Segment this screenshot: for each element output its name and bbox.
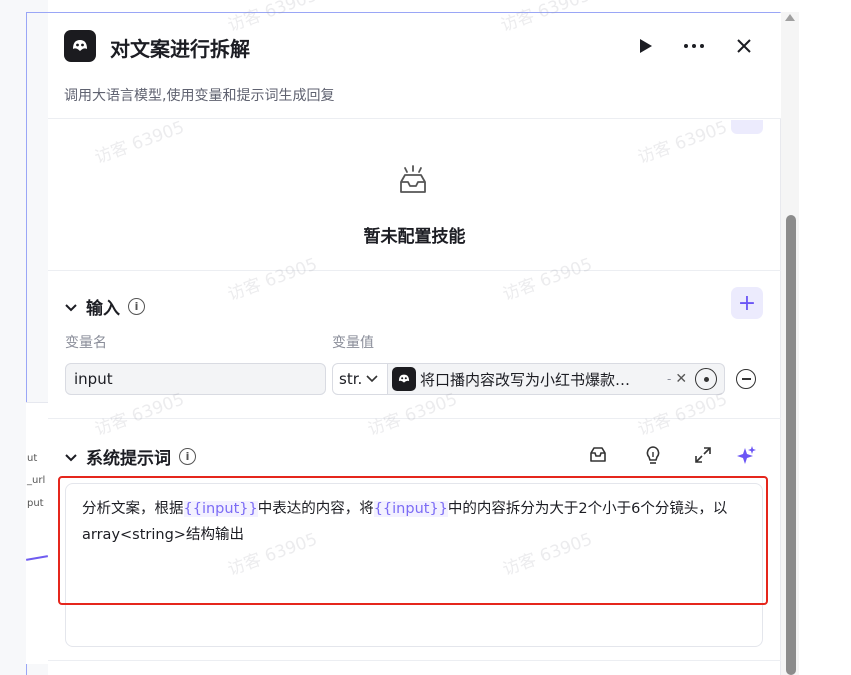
prompt-variable-input[interactable]: {{input}} <box>183 501 258 517</box>
close-button[interactable] <box>731 33 757 59</box>
canvas-label-3: put <box>27 498 44 509</box>
chevron-down-icon <box>366 375 378 383</box>
system-prompt-editor[interactable]: 分析文案，根据{{input}}中表达的内容，将{{input}}中的内容拆分为… <box>65 483 763 647</box>
more-icon <box>684 44 704 48</box>
scroll-up-arrow-icon[interactable] <box>785 14 795 21</box>
canvas-mini-node[interactable] <box>26 402 48 664</box>
add-input-button[interactable]: + <box>731 287 763 319</box>
expand-icon[interactable] <box>691 443 715 467</box>
lightbulb-icon[interactable] <box>641 443 665 467</box>
variable-name-input[interactable]: input <box>65 363 326 395</box>
empty-box-icon <box>400 165 426 193</box>
prompt-library-icon[interactable] <box>586 443 610 467</box>
more-button[interactable] <box>681 33 707 59</box>
skills-empty-text: 暂未配置技能 <box>363 227 466 247</box>
system-prompt-text[interactable]: 分析文案，根据{{input}}中表达的内容，将{{input}}中的内容拆分为… <box>82 496 742 548</box>
input-section-title: 输入 <box>86 299 120 319</box>
system-prompt-title: 系统提示词 <box>86 449 171 469</box>
divider <box>48 270 781 271</box>
prompt-text-part: 分析文案，根据 <box>82 501 184 517</box>
variable-type-label: str. <box>339 370 363 388</box>
variable-value-header: 变量值 <box>332 335 374 351</box>
run-button[interactable] <box>633 33 659 59</box>
node-title[interactable]: 对文案进行拆解 <box>110 33 250 62</box>
node-ref-icon <box>392 367 416 391</box>
divider <box>48 660 781 661</box>
ai-sparkle-icon[interactable] <box>735 443 759 467</box>
prompt-text-part: 中表达的内容，将 <box>257 501 374 517</box>
node-config-panel: 对文案进行拆解 调用大语言模型,使用变量和提示词生成回复 暂未配置技能 输入 i… <box>48 12 781 675</box>
reference-node-name: 将口播内容改写为小红书爆款… <box>420 370 631 389</box>
llm-logo-icon <box>64 30 96 62</box>
canvas-label-1: ut <box>27 453 38 464</box>
panel-body: 暂未配置技能 输入 i + 变量名 变量值 input str. 将口播内容改写… <box>48 120 781 675</box>
remove-input-icon[interactable] <box>736 369 756 389</box>
reference-separator: - <box>667 372 672 386</box>
info-icon[interactable]: i <box>128 298 145 315</box>
target-select-icon[interactable] <box>695 368 718 390</box>
play-icon <box>640 39 652 53</box>
skills-add-button[interactable] <box>731 120 763 134</box>
skills-empty-state: 暂未配置技能 <box>48 160 781 270</box>
variable-name-header: 变量名 <box>65 335 107 351</box>
canvas-label-2: _url <box>27 475 46 486</box>
node-description: 调用大语言模型,使用变量和提示词生成回复 <box>64 88 335 104</box>
workflow-canvas: ut _url put <box>0 0 49 675</box>
system-prompt-header[interactable]: 系统提示词 i <box>64 444 196 469</box>
chevron-down-icon[interactable] <box>64 450 78 464</box>
chevron-down-icon[interactable] <box>64 300 78 314</box>
panel-header: 对文案进行拆解 调用大语言模型,使用变量和提示词生成回复 <box>48 13 781 119</box>
variable-value-reference[interactable]: 将口播内容改写为小红书爆款… - ✕ <box>388 363 725 395</box>
close-icon <box>737 39 751 53</box>
scrollbar-thumb[interactable] <box>786 215 796 675</box>
prompt-variable-input[interactable]: {{input}} <box>373 501 448 517</box>
divider <box>48 418 781 419</box>
variable-type-select[interactable]: str. <box>332 363 388 395</box>
input-section-header[interactable]: 输入 i <box>64 294 145 319</box>
clear-reference-icon[interactable]: ✕ <box>675 371 687 387</box>
info-icon[interactable]: i <box>179 448 196 465</box>
